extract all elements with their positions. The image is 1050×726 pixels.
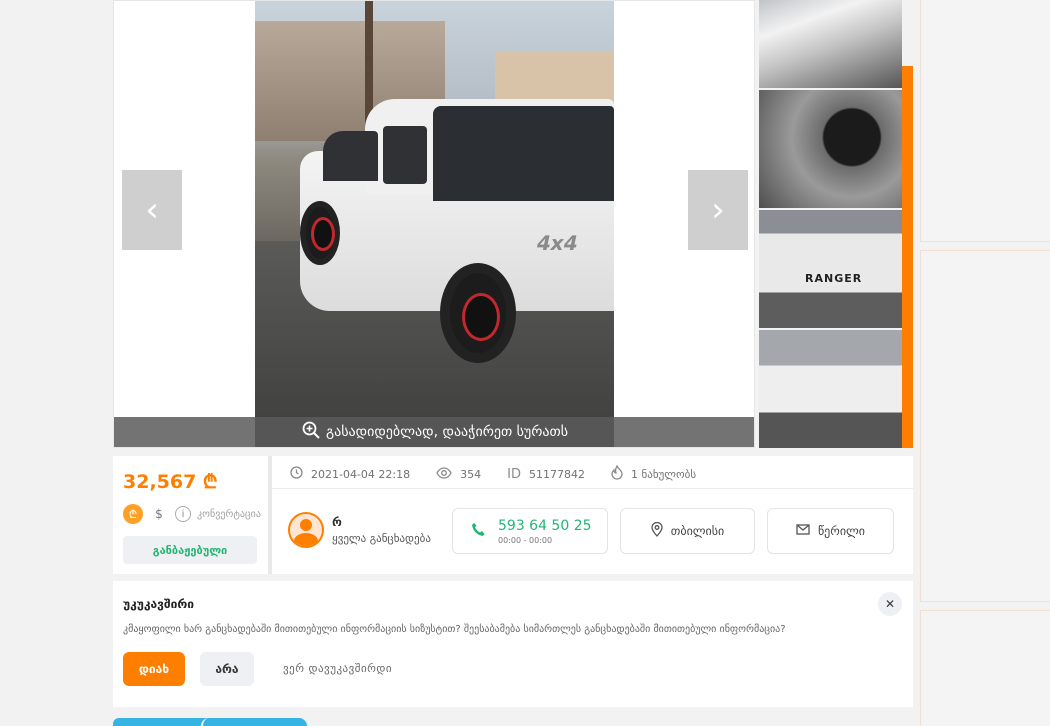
eye-icon	[436, 466, 452, 483]
customs-status-badge: განბაჟებული	[123, 536, 257, 564]
chevron-right-icon: ›	[711, 190, 725, 230]
thumbnail[interactable]	[759, 0, 902, 88]
bottom-tabs	[113, 718, 307, 726]
side-ad-slot	[920, 610, 1050, 726]
phone-number: 593 64 50 25	[498, 517, 592, 534]
price-panel: 32,567 ₾ ₾ $ i კონვერტაცია განბაჟებული	[113, 456, 268, 574]
view-count: 354	[460, 468, 482, 481]
fire-icon	[611, 464, 623, 484]
thumbnail[interactable]	[759, 330, 902, 448]
no-button[interactable]: არა	[200, 652, 254, 686]
thumbnail[interactable]: RANGER	[759, 210, 902, 328]
zoom-hint-bar[interactable]: გასადიდებლად, დააჭირეთ სურათს	[114, 417, 754, 447]
truck-wheel	[440, 263, 516, 363]
location-button[interactable]: თბილისი	[620, 508, 755, 554]
meta-id: ID 51177842	[507, 467, 585, 482]
4x4-badge: 4x4	[534, 231, 581, 255]
close-button[interactable]: ✕	[878, 592, 902, 616]
photo-gallery: 4x4 ‹ › გასადიდებლად, დააჭირეთ სურათს RA…	[113, 0, 913, 448]
clock-icon	[290, 466, 303, 483]
location-label: თბილისი	[670, 524, 725, 538]
could-not-contact-button[interactable]: ვერ დავუკავშირდი	[283, 662, 392, 675]
close-icon: ✕	[884, 597, 896, 611]
thumbnail-strip: RANGER	[759, 0, 902, 448]
thumbnail[interactable]	[759, 90, 902, 208]
info-icon[interactable]: i	[175, 506, 191, 522]
phone-button[interactable]: 593 64 50 25 00:00 - 00:00	[452, 508, 608, 554]
feedback-title: უკუკავშირი	[123, 597, 194, 611]
side-ad-slot	[920, 250, 1050, 602]
tab[interactable]	[113, 718, 213, 726]
truck-canopy-glass	[433, 106, 614, 201]
details-panel: 2021-04-04 22:18 354 ID 51177842 1 ნახულ…	[272, 456, 913, 574]
meta-views: 354	[436, 466, 482, 483]
meta-watching: 1 ნახულობს	[611, 464, 697, 484]
plate-label: RANGER	[802, 272, 866, 285]
zoom-hint-text: გასადიდებლად, დააჭირეთ სურათს	[325, 424, 569, 440]
next-photo-button[interactable]: ›	[688, 170, 748, 250]
listing-id: 51177842	[528, 468, 585, 481]
car-photo[interactable]: 4x4	[255, 1, 614, 447]
divider	[272, 488, 913, 489]
location-pin-icon	[651, 521, 663, 541]
currency-switch: ₾ $ i კონვერტაცია	[123, 504, 261, 524]
feedback-question: კმაყოფილი ხარ განცხადებაში მითითებული ინ…	[123, 624, 786, 635]
main-photo[interactable]: 4x4 ‹ › გასადიდებლად, დააჭირეთ სურათს	[113, 0, 755, 448]
feedback-panel: უკუკავშირი ✕ კმაყოფილი ხარ განცხადებაში …	[113, 581, 913, 707]
phone-icon	[471, 522, 486, 541]
side-ad-slot	[920, 0, 1050, 242]
price: 32,567 ₾	[123, 471, 218, 493]
message-button[interactable]: წერილი	[767, 508, 894, 554]
phone-hours: 00:00 - 00:00	[498, 535, 553, 545]
seller-name: რ	[332, 515, 342, 529]
all-listings-link[interactable]: ყველა განცხადება	[332, 532, 431, 545]
truck-window	[323, 131, 378, 181]
watching-count: 1 ნახულობს	[630, 468, 697, 481]
currency-gel-button[interactable]: ₾	[123, 504, 143, 524]
seller-info[interactable]: რ ყველა განცხადება	[288, 512, 431, 548]
yes-button[interactable]: დიახ	[123, 652, 185, 686]
listing-date: 2021-04-04 22:18	[311, 468, 411, 481]
prev-photo-button[interactable]: ‹	[122, 170, 182, 250]
conversion-label: კონვერტაცია	[197, 508, 261, 520]
truck-wheel	[300, 201, 340, 265]
tab[interactable]	[201, 718, 307, 726]
zoom-in-icon	[302, 421, 320, 443]
mail-icon	[796, 523, 810, 539]
thumbnail-scrollbar[interactable]	[902, 66, 913, 448]
chevron-left-icon: ‹	[145, 190, 159, 230]
message-label: წერილი	[817, 524, 866, 538]
listing-meta: 2021-04-04 22:18 354 ID 51177842 1 ნახულ…	[290, 464, 722, 484]
meta-date: 2021-04-04 22:18	[290, 466, 410, 483]
avatar	[288, 512, 324, 548]
currency-usd-button[interactable]: $	[149, 504, 169, 524]
id-label: ID	[507, 467, 521, 482]
truck-window	[383, 126, 427, 184]
